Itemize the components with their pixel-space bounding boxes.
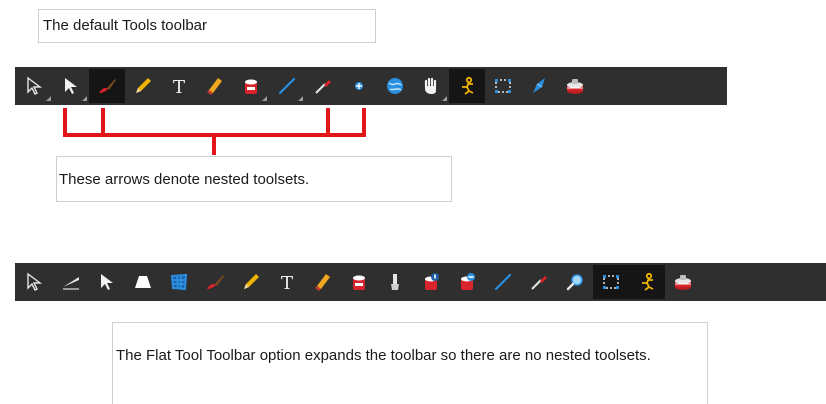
paint-unpainted-icon	[420, 271, 442, 293]
caption-nested-toolsets: These arrows denote nested toolsets.	[56, 156, 452, 202]
select-arrow-outline-icon	[24, 271, 46, 293]
paint-minus-icon	[456, 271, 478, 293]
brush-icon	[96, 75, 118, 97]
flat-tool-contour-editor-arrow[interactable]	[89, 265, 125, 299]
default-tool-contour-editor-arrow[interactable]	[53, 69, 89, 103]
envelope-grid-icon	[168, 271, 190, 293]
default-tool-hand[interactable]	[413, 69, 449, 103]
default-tool-eraser[interactable]	[197, 69, 233, 103]
svg-text:T: T	[281, 273, 293, 293]
pencil-icon	[240, 271, 262, 293]
paint-brush-tube-icon	[384, 271, 406, 293]
default-tool-stroke[interactable]	[521, 69, 557, 103]
caption-nested-text: These arrows denote nested toolsets.	[59, 171, 310, 188]
flat-tool-eraser[interactable]	[305, 265, 341, 299]
flat-tool-paint-bucket[interactable]	[341, 265, 377, 299]
default-tool-pencil[interactable]	[125, 69, 161, 103]
default-tool-text[interactable]: T	[161, 69, 197, 103]
flat-tool-select-arrow-outline[interactable]	[17, 265, 53, 299]
default-tool-line[interactable]	[269, 69, 305, 103]
flat-tool-perspective[interactable]	[125, 265, 161, 299]
flat-tool-brush[interactable]	[197, 265, 233, 299]
flat-tool-line[interactable]	[485, 265, 521, 299]
flat-tools-toolbar: T	[15, 263, 826, 301]
dropper-icon	[528, 271, 550, 293]
caption-flat-text: The Flat Tool Toolbar option expands the…	[116, 347, 651, 364]
default-tool-paint-bucket[interactable]	[233, 69, 269, 103]
pencil-icon	[132, 75, 154, 97]
flat-tool-cutter[interactable]	[53, 265, 89, 299]
rigging-icon	[456, 75, 478, 97]
nested-toolset-arrow-icon[interactable]	[262, 96, 267, 101]
line-icon	[276, 75, 298, 97]
default-tool-ink-pot[interactable]	[557, 69, 593, 103]
brush-icon	[204, 271, 226, 293]
eraser-icon	[312, 271, 334, 293]
caption-default-toolbar: The default Tools toolbar	[38, 9, 376, 43]
default-tools-toolbar: T	[15, 67, 727, 105]
flat-tool-paint-unpainted[interactable]	[413, 265, 449, 299]
hand-icon	[420, 75, 442, 97]
eraser-icon	[204, 75, 226, 97]
paint-bucket-icon	[348, 271, 370, 293]
rigging-icon	[636, 271, 658, 293]
default-tool-brush[interactable]	[89, 69, 125, 103]
caption-default-text: The default Tools toolbar	[43, 17, 207, 34]
nested-toolset-arrow-icon[interactable]	[46, 96, 51, 101]
default-tool-select-arrow-outline[interactable]	[17, 69, 53, 103]
nested-toolset-arrow-icon[interactable]	[442, 96, 447, 101]
ink-pot-icon	[564, 75, 586, 97]
caption-flat-toolbar: The Flat Tool Toolbar option expands the…	[112, 322, 708, 404]
nested-toolset-arrow-icon[interactable]	[298, 96, 303, 101]
pivot-icon	[348, 75, 370, 97]
flat-tool-pencil[interactable]	[233, 265, 269, 299]
ink-pot-icon	[672, 271, 694, 293]
flat-tool-ink-pot[interactable]	[665, 265, 701, 299]
default-tool-dropper[interactable]	[305, 69, 341, 103]
default-tool-pivot[interactable]	[341, 69, 377, 103]
zoom-icon	[564, 271, 586, 293]
default-tool-morph[interactable]	[377, 69, 413, 103]
contour-editor-arrow-icon	[96, 271, 118, 293]
select-arrow-outline-icon	[24, 75, 46, 97]
line-icon	[492, 271, 514, 293]
flat-tool-paint-minus[interactable]	[449, 265, 485, 299]
rectangle-select-icon	[600, 271, 622, 293]
flat-tool-envelope-grid[interactable]	[161, 265, 197, 299]
flat-tool-dropper[interactable]	[521, 265, 557, 299]
svg-text:T: T	[173, 77, 185, 97]
cutter-icon	[60, 271, 82, 293]
text-icon: T	[276, 271, 298, 293]
flat-tool-paint-brush-tube[interactable]	[377, 265, 413, 299]
perspective-icon	[132, 271, 154, 293]
default-tool-rigging[interactable]	[449, 69, 485, 103]
flat-tool-rectangle-select[interactable]	[593, 265, 629, 299]
flat-tool-rigging[interactable]	[629, 265, 665, 299]
text-icon: T	[168, 75, 190, 97]
dropper-icon	[312, 75, 334, 97]
rectangle-select-icon	[492, 75, 514, 97]
contour-editor-arrow-icon	[60, 75, 82, 97]
paint-bucket-icon	[240, 75, 262, 97]
default-tool-rectangle-select[interactable]	[485, 69, 521, 103]
flat-tool-zoom[interactable]	[557, 265, 593, 299]
nested-toolset-arrow-icon[interactable]	[82, 96, 87, 101]
flat-tool-text[interactable]: T	[269, 265, 305, 299]
morph-icon	[384, 75, 406, 97]
stroke-icon	[528, 75, 550, 97]
